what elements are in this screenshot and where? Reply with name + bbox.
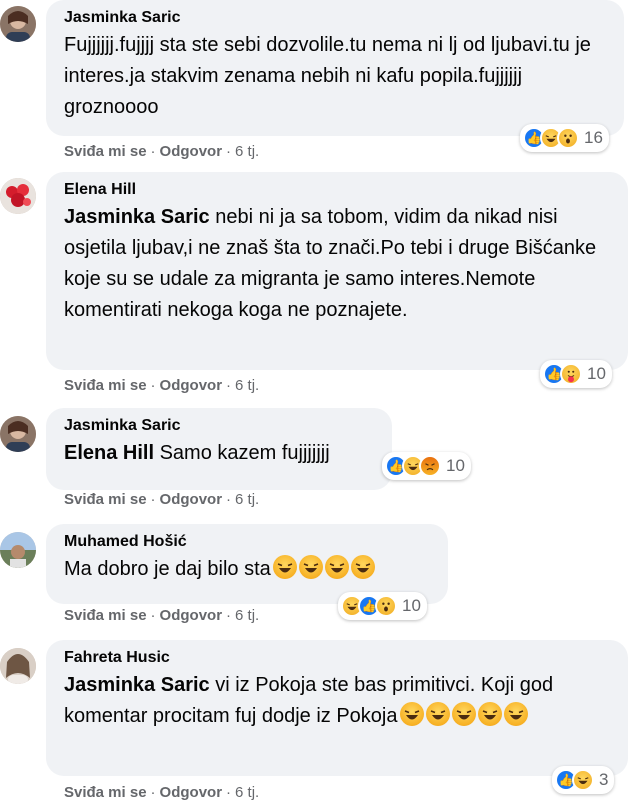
emoji-face	[456, 710, 471, 720]
comment-actions: Sviđa mi se · Odgovor · 6 tj.	[64, 143, 260, 160]
emoji-face	[564, 134, 572, 144]
haha-icon	[572, 769, 594, 791]
reply-link[interactable]: Odgovor	[160, 377, 223, 394]
emoji-face	[508, 710, 523, 720]
emoji-face	[277, 563, 293, 573]
laugh-emoji	[425, 702, 450, 726]
timestamp[interactable]: 6 tj.	[235, 784, 259, 801]
avatar[interactable]	[0, 416, 36, 452]
mention-link[interactable]: Jasminka Saric	[64, 674, 210, 696]
comment-body: Ma dobro je daj bilo sta	[64, 558, 271, 580]
avatar[interactable]	[0, 6, 36, 42]
emoji-face	[567, 370, 575, 383]
emoji-face	[404, 710, 419, 720]
comment-author[interactable]: Jasminka Saric	[64, 8, 606, 28]
laugh-emoji	[477, 702, 502, 726]
comment-actions: Sviđa mi se · Odgovor · 6 tj.	[64, 607, 260, 624]
avatar[interactable]	[0, 648, 36, 684]
reaction-count: 10	[402, 596, 421, 615]
comment-bubble: Elena Hill Jasminka Saric nebi ni ja sa …	[46, 172, 628, 370]
mention-link[interactable]: Elena Hill	[64, 442, 154, 464]
like-link[interactable]: Sviđa mi se	[64, 607, 147, 624]
reaction-summary[interactable]: 👍 10	[338, 592, 427, 620]
laugh-emoji	[350, 555, 375, 579]
comment-text: Fujjjjjj.fujjjj sta ste sebi dozvolile.t…	[64, 34, 591, 118]
comment-text: Jasminka Saric vi iz Pokoja ste bas prim…	[64, 670, 610, 732]
comment-author[interactable]: Jasminka Saric	[64, 416, 374, 436]
comment-text: Ma dobro je daj bilo sta	[64, 554, 430, 585]
emoji-face	[430, 710, 445, 720]
like-link[interactable]: Sviđa mi se	[64, 491, 147, 508]
emoji-face	[425, 463, 435, 471]
like-link[interactable]: Sviđa mi se	[64, 377, 147, 394]
reaction-summary[interactable]: 👍 16	[520, 124, 609, 152]
angry-icon	[419, 455, 441, 477]
laugh-emoji	[298, 555, 323, 579]
emoji-face	[482, 710, 497, 720]
laugh-emoji	[503, 702, 528, 726]
like-link[interactable]: Sviđa mi se	[64, 784, 147, 801]
comment-text: Jasminka Saric nebi ni ja sa tobom, vidi…	[64, 202, 610, 326]
laugh-emoji	[399, 702, 424, 726]
wow-icon	[557, 127, 579, 149]
comment-bubble: Jasminka Saric Elena Hill Samo kazem fuj…	[46, 408, 392, 490]
comment-author[interactable]: Elena Hill	[64, 180, 610, 200]
avatar[interactable]	[0, 178, 36, 214]
comment-bubble: Fahreta Husic Jasminka Saric vi iz Pokoj…	[46, 640, 628, 776]
timestamp[interactable]: 6 tj.	[235, 377, 259, 394]
laugh-emoji	[451, 702, 476, 726]
reaction-count: 10	[587, 364, 606, 383]
laugh-emoji	[324, 555, 349, 579]
emoji-face	[329, 563, 345, 573]
emoji-face	[382, 602, 390, 612]
emoji-face	[303, 563, 319, 573]
comment-actions: Sviđa mi se · Odgovor · 6 tj.	[64, 491, 260, 508]
reaction-count: 10	[446, 456, 465, 475]
reaction-count: 16	[584, 128, 603, 147]
timestamp[interactable]: 6 tj.	[235, 491, 259, 508]
comment-author[interactable]: Muhamed Hošić	[64, 532, 430, 552]
reaction-count: 3	[599, 770, 609, 789]
comment-text: Elena Hill Samo kazem fujjjjjjj	[64, 438, 374, 469]
reaction-summary[interactable]: 👍 10	[382, 452, 471, 480]
comment-body: Samo kazem fujjjjjjj	[159, 442, 330, 464]
emoji-face	[577, 777, 589, 785]
emoji-face	[355, 563, 371, 573]
mention-link[interactable]: Jasminka Saric	[64, 206, 210, 228]
reply-link[interactable]: Odgovor	[160, 784, 223, 801]
laugh-emoji	[272, 555, 297, 579]
timestamp[interactable]: 6 tj.	[235, 143, 259, 160]
comment-actions: Sviđa mi se · Odgovor · 6 tj.	[64, 784, 260, 801]
comment-bubble: Jasminka Saric Fujjjjjj.fujjjj sta ste s…	[46, 0, 624, 136]
reply-link[interactable]: Odgovor	[160, 607, 223, 624]
care-icon	[560, 363, 582, 385]
like-link[interactable]: Sviđa mi se	[64, 143, 147, 160]
timestamp[interactable]: 6 tj.	[235, 607, 259, 624]
comment-author[interactable]: Fahreta Husic	[64, 648, 610, 668]
reply-link[interactable]: Odgovor	[160, 491, 223, 508]
reply-link[interactable]: Odgovor	[160, 143, 223, 160]
avatar[interactable]	[0, 532, 36, 568]
reaction-summary[interactable]: 👍 3	[552, 766, 615, 794]
wow-icon	[375, 595, 397, 617]
reaction-summary[interactable]: 👍 10	[540, 360, 612, 388]
comment-actions: Sviđa mi se · Odgovor · 6 tj.	[64, 377, 260, 394]
